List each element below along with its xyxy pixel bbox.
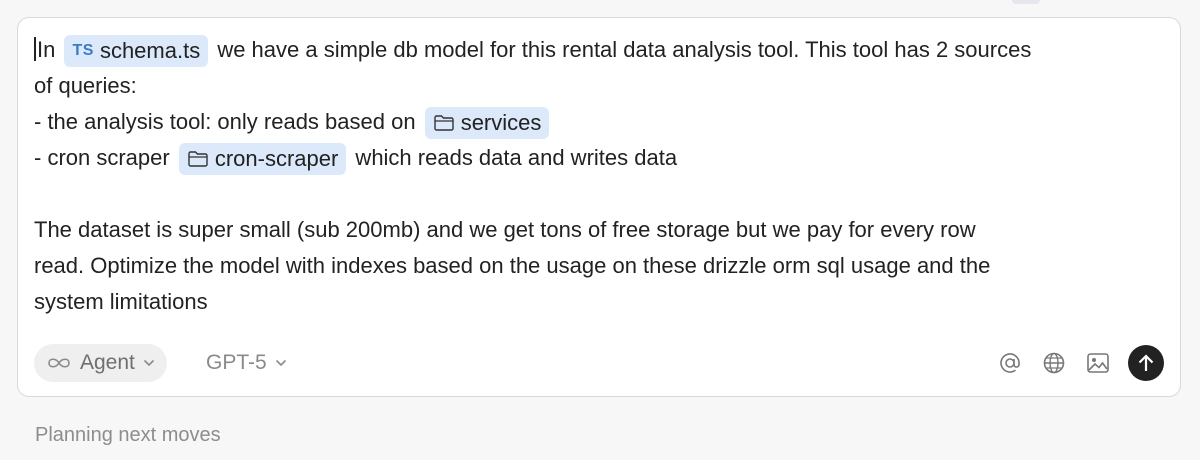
file-chip-schema[interactable]: TS schema.ts [64, 35, 209, 68]
model-selector-button[interactable]: GPT-5 [206, 344, 287, 382]
image-icon [1087, 353, 1109, 373]
folder-chip-cron-scraper[interactable]: cron-scraper [178, 143, 347, 176]
typescript-icon: TS [72, 42, 94, 60]
prompt-blank-line [34, 176, 1160, 212]
mode-label: Agent [80, 351, 135, 374]
folder-icon [188, 151, 208, 167]
globe-icon [1043, 352, 1065, 374]
folder-chip-label: cron-scraper [214, 146, 339, 172]
chat-composer[interactable]: In TS schema.ts we have a simple db model… [17, 17, 1181, 397]
prompt-line-7: read. Optimize the model with indexes ba… [34, 253, 991, 278]
prompt-line-6: The dataset is super small (sub 200mb) a… [34, 217, 976, 242]
prompt-text[interactable]: In TS schema.ts we have a simple db model… [34, 32, 1160, 320]
arrow-up-icon [1138, 354, 1154, 371]
status-text: Planning next moves [35, 424, 221, 446]
infinity-icon [48, 358, 70, 368]
model-label: GPT-5 [206, 351, 267, 374]
file-chip-label: schema.ts [99, 38, 201, 64]
at-icon [1000, 353, 1020, 373]
prompt-line-8: system limitations [34, 289, 208, 314]
prompt-line-2: of queries: [34, 73, 137, 98]
folder-chip-services[interactable]: services [424, 107, 550, 140]
mode-selector-button[interactable]: Agent [34, 344, 167, 382]
chevron-down-icon [143, 359, 154, 367]
text-caret [34, 37, 36, 61]
prompt-line-3: - the analysis tool: only reads based on… [34, 104, 1160, 140]
folder-chip-label: services [460, 110, 542, 136]
folder-icon [433, 115, 454, 131]
composer-toolbar: Agent GPT-5 [34, 344, 1164, 382]
top-tab-indicator [1012, 0, 1040, 4]
attach-image-button[interactable] [1084, 349, 1112, 377]
prompt-line-1: In TS schema.ts we have a simple db model… [34, 32, 1160, 68]
chevron-down-icon [275, 359, 286, 367]
send-button[interactable] [1128, 345, 1164, 381]
mention-button[interactable] [996, 349, 1024, 377]
prompt-line-4: - cron scraper cron-scraper which reads … [34, 140, 1160, 176]
web-search-button[interactable] [1040, 349, 1068, 377]
